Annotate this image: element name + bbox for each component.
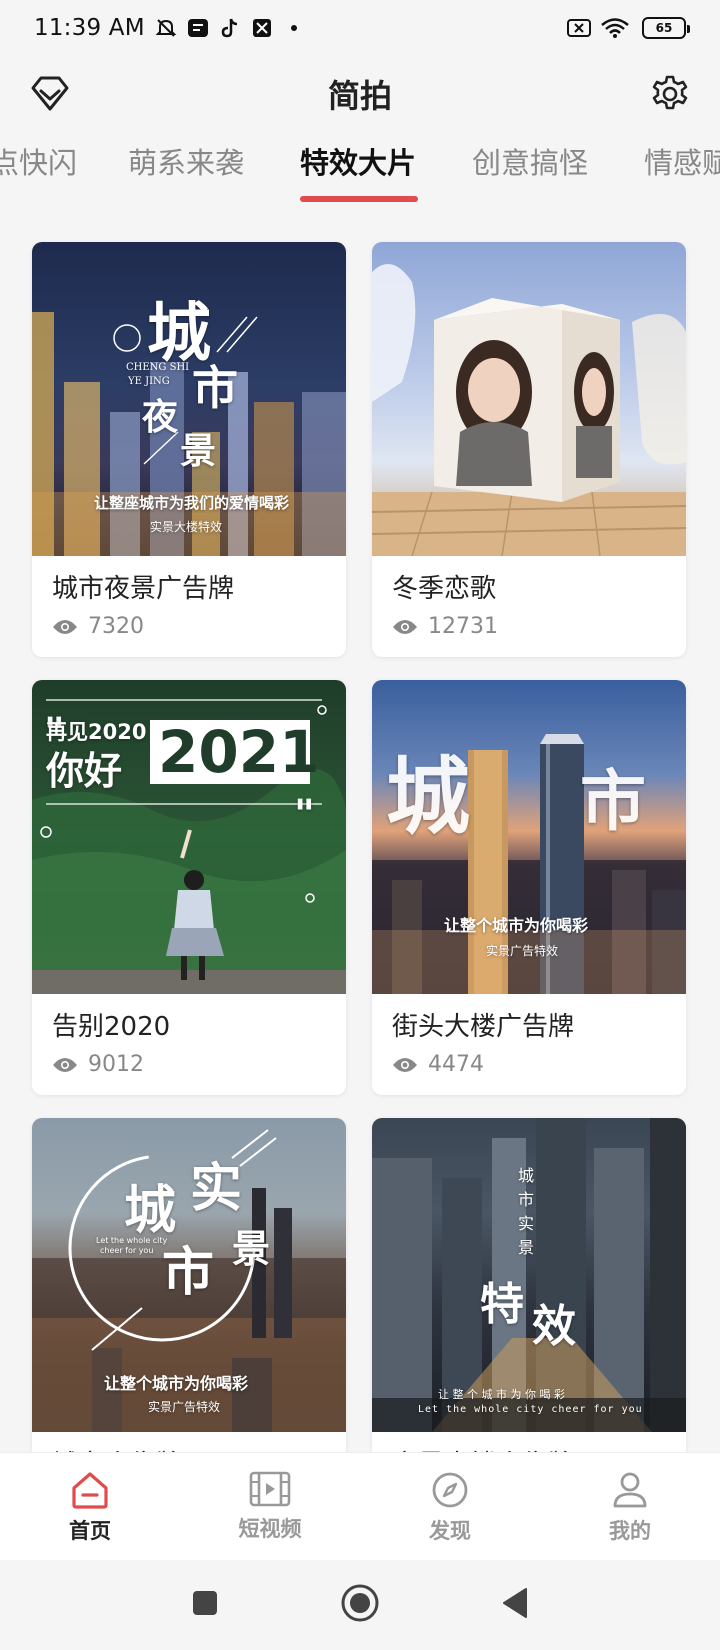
tab-creative[interactable]: 创意搞怪 <box>472 140 588 182</box>
view-count: 4474 <box>392 1052 484 1077</box>
art-vert-1: 城 <box>518 1166 535 1185</box>
template-thumbnail: 城 市 让整个城市为你喝彩 实景广告特效 <box>372 680 686 994</box>
art-english-2: cheer for you <box>100 1246 154 1255</box>
app-title: 简拍 <box>327 77 392 115</box>
video-icon <box>249 1471 291 1507</box>
art-slogan: 让整个城市为你喝彩 <box>104 1374 249 1393</box>
nav-home-label: 首页 <box>69 1519 111 1543</box>
status-bar: 11:39 AM 65 <box>0 0 720 56</box>
art-vert-4: 景 <box>518 1238 535 1257</box>
tab-flash[interactable]: 点快闪 <box>0 140 77 182</box>
template-thumbnail: 城 市 夜 景 CHENG SHI YE JING 让整座城市为我们的爱情喝彩 … <box>32 242 346 556</box>
template-thumbnail: 城 实 市 景 Let the whole city cheer for you… <box>32 1118 346 1432</box>
template-thumbnail <box>372 242 686 556</box>
home-icon <box>72 1472 108 1509</box>
view-count-value: 7320 <box>88 614 144 639</box>
template-thumbnail: " " 再见2020 你好 2021 <box>32 680 346 994</box>
battery-indicator: 65 <box>642 17 690 39</box>
art-char-2: 市 <box>192 361 238 415</box>
tab-cute[interactable]: 萌系来袭 <box>128 140 244 182</box>
nav-short-video-label: 短视频 <box>238 1517 302 1541</box>
profile-icon <box>613 1472 647 1508</box>
system-navigation-bar <box>0 1560 720 1650</box>
art-slogan: 让整座城市为我们的爱情喝彩 <box>94 494 290 512</box>
app-notification-icon-2 <box>251 17 273 39</box>
tab-emotion[interactable]: 情感赋 <box>644 140 720 182</box>
no-sim-icon <box>566 17 591 39</box>
template-card[interactable]: 冬季恋歌 12731 <box>372 242 686 657</box>
recent-apps-button[interactable] <box>190 1588 220 1622</box>
art-english: Let the whole city cheer for you <box>418 1404 643 1415</box>
eye-icon <box>393 1057 417 1072</box>
home-system-button[interactable] <box>340 1583 380 1627</box>
template-title: 街头大楼广告牌 <box>392 1012 575 1042</box>
art-subtitle: 实景大楼特效 <box>150 520 223 534</box>
art-slogan: 让 整 个 城 市 为 你 喝 彩 <box>438 1388 565 1401</box>
art-big-1: 特 <box>480 1279 524 1330</box>
compass-icon <box>432 1472 468 1508</box>
art-pinyin-1: CHENG SHI <box>126 362 190 373</box>
art-year-text: 2021 <box>150 720 319 784</box>
nav-discover[interactable]: 发现 <box>360 1453 540 1560</box>
view-count-value: 9012 <box>88 1052 144 1077</box>
art-english-1: Let the whole city <box>96 1236 168 1245</box>
gear-icon <box>652 75 688 110</box>
active-tab-indicator <box>300 196 418 202</box>
template-title: 告别2020 <box>52 1012 171 1042</box>
art-char-4: 景 <box>232 1226 271 1271</box>
quote-close: " <box>294 792 315 838</box>
art-vert-3: 实 <box>518 1214 535 1233</box>
winter-cube-illustration <box>372 264 686 556</box>
category-tabs: 点快闪 萌系来袭 特效大片 创意搞怪 情感赋 <box>0 140 720 210</box>
app-header: 简拍 <box>0 56 720 132</box>
art-right-char: 市 <box>580 762 646 840</box>
wifi-icon <box>600 17 630 39</box>
template-title: 城市夜景广告牌 <box>52 574 235 604</box>
nav-profile-label: 我的 <box>609 1519 651 1543</box>
eye-icon <box>53 619 77 634</box>
nav-home[interactable]: 首页 <box>0 1453 180 1560</box>
template-card[interactable]: " " 再见2020 你好 2021 告别2020 9012 <box>32 680 346 1095</box>
art-char-2: 实 <box>190 1158 243 1219</box>
art-subtitle: 实景广告特效 <box>148 1400 221 1414</box>
art-char-3: 夜 <box>142 396 179 438</box>
more-notifications-dot <box>290 25 297 31</box>
template-thumbnail: 城 市 实 景 特 效 让 整 个 城 市 为 你 喝 彩 Let the wh… <box>372 1118 686 1432</box>
view-count-value: 12731 <box>428 614 498 639</box>
art-subtitle: 实景广告特效 <box>486 944 559 958</box>
bottom-navigation: 首页 短视频 发现 我的 <box>0 1452 720 1560</box>
art-slogan: 让整个城市为你喝彩 <box>444 916 589 935</box>
art-hello-text: 你好 <box>46 749 123 793</box>
back-button[interactable] <box>500 1586 530 1624</box>
art-left-char: 城 <box>386 747 471 846</box>
settings-button[interactable] <box>644 68 696 120</box>
view-count: 7320 <box>52 614 144 639</box>
mute-icon <box>155 17 177 39</box>
tiktok-icon <box>219 17 241 39</box>
art-big-2: 效 <box>532 1301 576 1352</box>
app-notification-icon <box>187 17 209 39</box>
template-card[interactable]: 城 市 让整个城市为你喝彩 实景广告特效 街头大楼广告牌 4474 <box>372 680 686 1095</box>
art-char-3: 市 <box>162 1242 215 1303</box>
eye-icon <box>393 619 417 634</box>
back-triangle-icon <box>503 1588 527 1618</box>
nav-profile[interactable]: 我的 <box>540 1453 720 1560</box>
template-card[interactable]: 城 市 夜 景 CHENG SHI YE JING 让整座城市为我们的爱情喝彩 … <box>32 242 346 657</box>
template-title: 冬季恋歌 <box>392 574 497 604</box>
view-count: 12731 <box>392 614 498 639</box>
tab-effects[interactable]: 特效大片 <box>300 140 416 182</box>
art-pinyin-2: YE JING <box>128 376 170 387</box>
circle-icon <box>341 1584 379 1622</box>
diamond-icon <box>31 76 69 111</box>
art-vert-2: 市 <box>518 1190 535 1209</box>
view-count: 9012 <box>52 1052 144 1077</box>
square-icon <box>193 1591 217 1615</box>
vip-diamond-button[interactable] <box>24 68 76 120</box>
status-time: 11:39 AM <box>34 15 145 41</box>
view-count-value: 4474 <box>428 1052 484 1077</box>
eye-icon <box>53 1057 77 1072</box>
art-char-4: 景 <box>180 430 217 472</box>
nav-discover-label: 发现 <box>429 1519 471 1543</box>
nav-short-video[interactable]: 短视频 <box>180 1453 360 1560</box>
